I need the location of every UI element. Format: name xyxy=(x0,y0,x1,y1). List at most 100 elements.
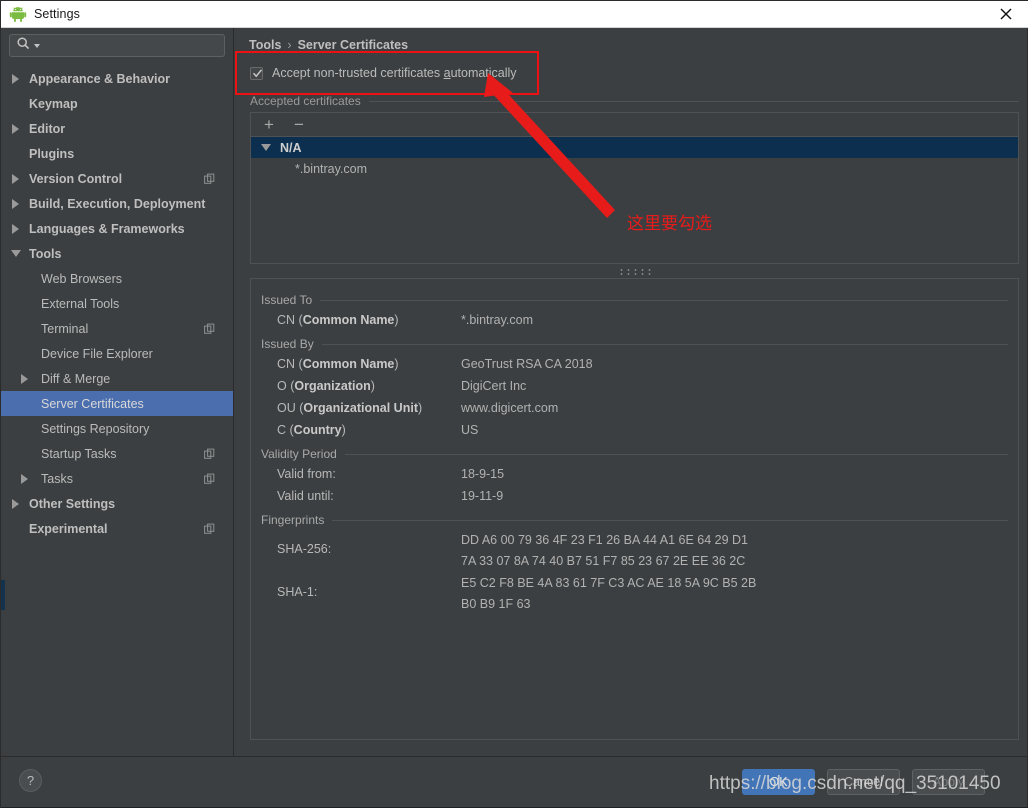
ok-button[interactable]: OK xyxy=(742,769,815,795)
close-icon[interactable] xyxy=(983,1,1028,27)
sidebar-item-device-file-explorer[interactable]: Device File Explorer xyxy=(1,341,233,366)
sidebar-item-plugins[interactable]: Plugins xyxy=(1,141,233,166)
detail-key: CN (Common Name) xyxy=(277,313,399,327)
certificate-list-item[interactable]: *.bintray.com xyxy=(251,158,1018,179)
section-label: Fingerprints xyxy=(261,513,325,527)
cancel-button[interactable]: Cancel xyxy=(827,769,900,795)
chevron-down-icon[interactable] xyxy=(11,248,22,259)
sidebar-item-editor[interactable]: Editor xyxy=(1,116,233,141)
certificates-toolbar: + − xyxy=(251,113,1018,137)
sidebar-item-label: Build, Execution, Deployment xyxy=(29,196,206,211)
accept-non-trusted-checkbox[interactable] xyxy=(250,66,263,80)
detail-row: SHA-1: E5 C2 F8 BE 4A 83 61 7F C3 AC AE … xyxy=(261,572,1008,615)
certificate-group-label: N/A xyxy=(280,140,302,155)
search-container xyxy=(1,28,233,57)
sidebar-item-settings-repository[interactable]: Settings Repository xyxy=(1,416,233,441)
validity-period-title: Validity Period xyxy=(261,447,1008,461)
detail-row: C (Country) US xyxy=(261,419,1008,441)
copy-settings-icon[interactable] xyxy=(204,473,215,484)
remove-certificate-button[interactable]: − xyxy=(291,116,307,133)
sidebar-item-languages-frameworks[interactable]: Languages & Frameworks xyxy=(1,216,233,241)
sidebar-item-experimental[interactable]: Experimental xyxy=(1,516,233,541)
label-part-before: Accept non-trusted certificates xyxy=(272,66,444,80)
settings-main-panel: Tools › Server Certificates Accept non-t… xyxy=(234,28,1027,756)
sidebar-item-label: Editor xyxy=(29,121,66,136)
chevron-down-icon[interactable] xyxy=(33,37,41,55)
certificate-details-panel: Issued To CN (Common Name) *.bintray.com… xyxy=(250,278,1019,740)
sidebar-item-label: Terminal xyxy=(41,321,89,336)
chevron-right-icon[interactable] xyxy=(20,373,31,384)
section-rule xyxy=(321,343,1008,345)
search-input[interactable] xyxy=(41,36,221,55)
detail-key: SHA-1: xyxy=(277,585,318,599)
accepted-certificates-title: Accepted certificates xyxy=(250,94,1019,108)
sidebar-item-label: Startup Tasks xyxy=(41,446,117,461)
detail-value: DD A6 00 79 36 4F 23 F1 26 BA 44 A1 6E 6… xyxy=(461,533,749,568)
copy-settings-icon[interactable] xyxy=(204,173,215,184)
sidebar-item-server-certificates[interactable]: Server Certificates xyxy=(1,391,233,416)
sidebar-item-tools[interactable]: Tools xyxy=(1,241,233,266)
sidebar-item-other-settings[interactable]: Other Settings xyxy=(1,491,233,516)
dialog-button-bar: OK Cancel Apply xyxy=(742,769,985,795)
detail-value: E5 C2 F8 BE 4A 83 61 7F C3 AC AE 18 5A 9… xyxy=(461,576,757,611)
section-rule xyxy=(332,519,1008,521)
sidebar-item-label: Appearance & Behavior xyxy=(29,71,171,86)
sidebar-item-tasks[interactable]: Tasks xyxy=(1,466,233,491)
issued-by-title: Issued By xyxy=(261,337,1008,351)
sidebar-item-startup-tasks[interactable]: Startup Tasks xyxy=(1,441,233,466)
detail-row: O (Organization) DigiCert Inc xyxy=(261,375,1008,397)
sidebar-item-terminal[interactable]: Terminal xyxy=(1,316,233,341)
sidebar-item-diff-merge[interactable]: Diff & Merge xyxy=(1,366,233,391)
detail-value: 19-11-9 xyxy=(461,489,504,503)
breadcrumb-parent[interactable]: Tools xyxy=(249,38,281,52)
sidebar-item-web-browsers[interactable]: Web Browsers xyxy=(1,266,233,291)
section-rule xyxy=(320,299,1008,301)
sidebar-item-keymap[interactable]: Keymap xyxy=(1,91,233,116)
help-button[interactable]: ? xyxy=(19,769,42,792)
chevron-right-icon[interactable] xyxy=(20,473,31,484)
accept-non-trusted-row[interactable]: Accept non-trusted certificates automati… xyxy=(250,64,1019,82)
add-certificate-button[interactable]: + xyxy=(261,116,277,133)
settings-tree: Appearance & Behavior Keymap Editor Plugins… xyxy=(1,66,233,541)
detail-row: Valid from: 18-9-15 xyxy=(261,463,1008,485)
chevron-right-icon[interactable] xyxy=(11,73,22,84)
sidebar-item-label: Web Browsers xyxy=(41,271,123,286)
breadcrumb-current: Server Certificates xyxy=(297,38,409,52)
section-label: Issued By xyxy=(261,337,314,351)
sidebar-item-version-control[interactable]: Version Control xyxy=(1,166,233,191)
detail-value: DigiCert Inc xyxy=(461,379,527,393)
copy-settings-icon[interactable] xyxy=(204,523,215,534)
splitter-handle-icon xyxy=(617,267,652,275)
apply-button[interactable]: Apply xyxy=(912,769,985,795)
chevron-right-icon[interactable] xyxy=(11,123,22,134)
sidebar-scroll-marker[interactable] xyxy=(1,580,5,610)
chevron-right-icon[interactable] xyxy=(11,198,22,209)
copy-settings-icon[interactable] xyxy=(204,448,215,459)
detail-value: *.bintray.com xyxy=(461,313,534,327)
sidebar-item-label: Version Control xyxy=(29,171,123,186)
android-robot-icon xyxy=(9,5,27,23)
panel-splitter[interactable] xyxy=(250,264,1019,278)
chevron-right-icon[interactable] xyxy=(11,173,22,184)
sidebar-item-external-tools[interactable]: External Tools xyxy=(1,291,233,316)
detail-row: Valid until: 19-11-9 xyxy=(261,485,1008,507)
section-label: Validity Period xyxy=(261,447,337,461)
chevron-right-icon[interactable] xyxy=(11,223,22,234)
sidebar-item-appearance-behavior[interactable]: Appearance & Behavior xyxy=(1,66,233,91)
certificate-group-row[interactable]: N/A xyxy=(251,137,1018,158)
sidebar-item-label: Plugins xyxy=(29,146,75,161)
search-box[interactable] xyxy=(9,34,225,57)
sidebar-item-build-execution-deployment[interactable]: Build, Execution, Deployment xyxy=(1,191,233,216)
detail-row: CN (Common Name) GeoTrust RSA CA 2018 xyxy=(261,353,1008,375)
copy-settings-icon[interactable] xyxy=(204,323,215,334)
sidebar-item-label: Tasks xyxy=(41,471,73,486)
search-icon xyxy=(16,36,31,56)
detail-key: OU (Organizational Unit) xyxy=(277,401,423,415)
detail-key: Valid until: xyxy=(277,489,334,503)
detail-value: GeoTrust RSA CA 2018 xyxy=(461,357,593,371)
chevron-right-icon[interactable] xyxy=(11,498,22,509)
detail-key: SHA-256: xyxy=(277,542,332,556)
chevron-down-icon[interactable] xyxy=(261,142,272,153)
title-bar: Settings xyxy=(1,1,1028,28)
label-mnemonic: a xyxy=(443,66,451,80)
